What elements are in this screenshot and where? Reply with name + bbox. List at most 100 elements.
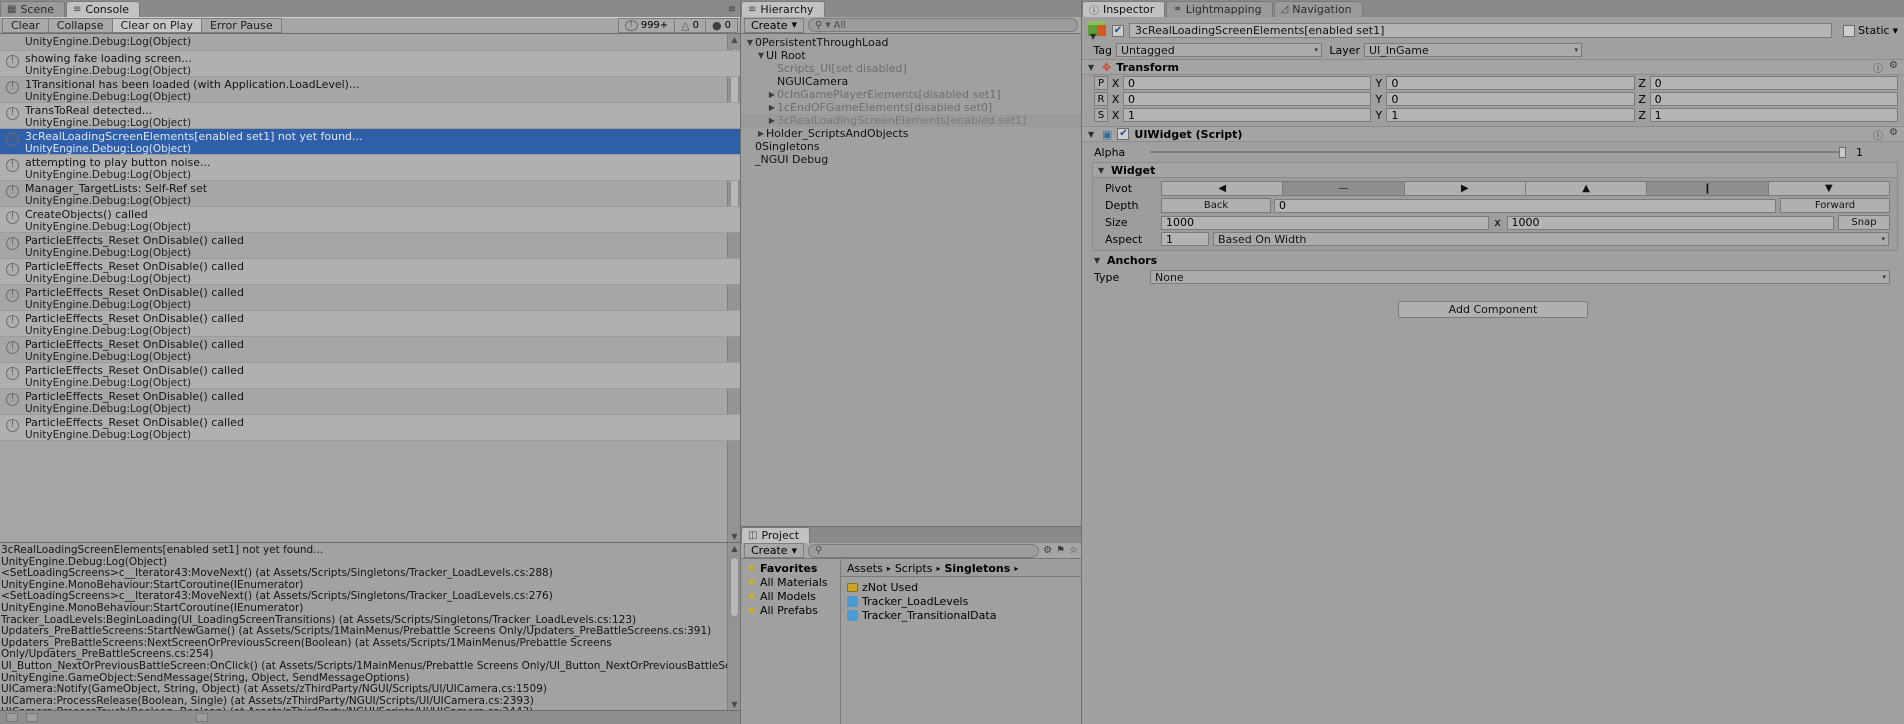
breadcrumb-assets[interactable]: Assets: [847, 562, 883, 575]
chevron-down-icon[interactable]: ▼: [1094, 256, 1103, 265]
static-checkbox[interactable]: [1843, 24, 1856, 37]
error-counter[interactable]: ● 0: [705, 18, 738, 33]
tab-project[interactable]: ◫ Project: [741, 527, 811, 543]
tab-navigation[interactable]: ◿ Navigation: [1273, 1, 1363, 17]
tab-hierarchy[interactable]: ≡ Hierarchy: [741, 1, 825, 17]
hierarchy-item[interactable]: ▶Scripts_UI[set disabled]: [741, 62, 1081, 75]
favorite-item[interactable]: ★ All Models: [741, 589, 840, 603]
snap-button[interactable]: Snap: [1838, 215, 1890, 230]
project-create-button[interactable]: Create ▼: [744, 543, 804, 558]
hierarchy-tree[interactable]: ▼0PersistentThroughLoad▼UI Root▶Scripts_…: [741, 34, 1081, 526]
aspect-value-field[interactable]: 1: [1161, 232, 1209, 246]
console-log-row[interactable]: ! ParticleEffects_Reset OnDisable() calle…: [0, 337, 740, 363]
favorite-item[interactable]: ★ All Materials: [741, 575, 840, 589]
pivot-button[interactable]: ▲: [1524, 181, 1648, 196]
pivot-button[interactable]: —: [1282, 181, 1405, 196]
tab-console[interactable]: ≡ Console: [66, 1, 141, 17]
tag-dropdown[interactable]: Untagged ▾: [1116, 43, 1322, 57]
transform-x-field[interactable]: 0: [1123, 76, 1372, 90]
error-pause-button[interactable]: Error Pause: [200, 18, 282, 33]
console-log-row[interactable]: ! ParticleEffects_Reset OnDisable() calle…: [0, 285, 740, 311]
widget-section-header[interactable]: ▼ Widget: [1093, 163, 1897, 178]
scroll-down-icon[interactable]: ▼: [729, 531, 740, 542]
chevron-down-icon[interactable]: ▼: [745, 38, 755, 47]
gameobject-name-field[interactable]: 3cRealLoadingScreenElements[enabled set1…: [1129, 23, 1833, 38]
gameobject-enabled-checkbox[interactable]: ✔: [1112, 24, 1124, 37]
create-button[interactable]: Create ▼: [744, 17, 804, 33]
hierarchy-item[interactable]: ▼ UI Root: [741, 49, 1081, 62]
star-icon[interactable]: ☆: [1069, 545, 1078, 556]
console-log-row[interactable]: ! Manager_TargetLists: Self-Ref set UnityE…: [0, 181, 740, 207]
transform-x-field[interactable]: 1: [1123, 108, 1372, 122]
transform-row-key[interactable]: R: [1094, 92, 1108, 106]
warning-counter[interactable]: △ 0: [674, 18, 707, 33]
hierarchy-item[interactable]: ▶_NGUI Debug: [741, 153, 1081, 166]
collapse-button[interactable]: Collapse: [47, 18, 113, 33]
breadcrumb-scripts[interactable]: Scripts: [895, 562, 933, 575]
pivot-button[interactable]: ◀: [1161, 181, 1284, 196]
tab-inspector[interactable]: ⓘ Inspector: [1082, 1, 1166, 17]
tag-icon[interactable]: ⚑: [1056, 545, 1065, 556]
console-log-row[interactable]: ! TransToReal detected... UnityEngine.Debu…: [0, 103, 740, 129]
uiwidget-enabled-checkbox[interactable]: ✔: [1117, 128, 1130, 140]
info-counter[interactable]: ! 999+: [617, 18, 676, 33]
clear-button[interactable]: Clear: [2, 18, 49, 33]
pivot-buttons[interactable]: ◀ — ▶ ▲ ❙ ▼: [1161, 181, 1890, 196]
hierarchy-item[interactable]: ▶ 1cEndOFGameElements[disabled set0]: [741, 101, 1081, 114]
hierarchy-item[interactable]: ▶0Singletons: [741, 140, 1081, 153]
size-height-field[interactable]: 1000: [1506, 215, 1834, 230]
depth-value-field[interactable]: 0: [1274, 198, 1776, 213]
size-width-field[interactable]: 1000: [1161, 215, 1489, 230]
layer-dropdown[interactable]: UI_InGame ▾: [1364, 43, 1582, 57]
console-log-row[interactable]: ! ParticleEffects_Reset OnDisable() calle…: [0, 415, 740, 441]
hierarchy-item[interactable]: ▶NGUICamera: [741, 75, 1081, 88]
project-item-script[interactable]: Tracker_LoadLevels: [841, 594, 1081, 608]
console-log-row[interactable]: ! ParticleEffects_Reset OnDisable() calle…: [0, 311, 740, 337]
alpha-value[interactable]: 1: [1856, 146, 1896, 159]
console-options-icon[interactable]: ≡: [728, 4, 736, 15]
scroll-down-icon[interactable]: ▼: [729, 699, 740, 710]
chevron-down-icon[interactable]: ▼: [1893, 27, 1898, 35]
alpha-slider[interactable]: [1150, 145, 1846, 159]
transform-z-field[interactable]: 1: [1649, 108, 1898, 122]
chevron-right-icon[interactable]: ▶: [756, 129, 766, 138]
console-log-row[interactable]: ! 3cRealLoadingScreenElements[enabled set…: [0, 129, 740, 155]
tab-scene[interactable]: ▦ Scene: [0, 1, 65, 17]
chevron-down-icon[interactable]: ▼: [1090, 32, 1096, 41]
stacktrace-scroll-thumb[interactable]: [730, 557, 739, 617]
depth-forward-button[interactable]: Forward: [1780, 198, 1890, 213]
project-item-script[interactable]: Tracker_TransitionalData: [841, 608, 1081, 622]
transform-z-field[interactable]: 0: [1649, 92, 1898, 106]
console-log-row[interactable]: ! showing fake loading screen... UnityEngi…: [0, 51, 740, 77]
pivot-button[interactable]: ▶: [1403, 181, 1526, 196]
transform-y-field[interactable]: 0: [1386, 92, 1635, 106]
transform-row-key[interactable]: S: [1094, 108, 1108, 122]
chevron-down-icon[interactable]: ▼: [1098, 166, 1107, 175]
chevron-down-icon[interactable]: ▼: [756, 51, 766, 60]
console-log-row[interactable]: ! ParticleEffects_Reset OnDisable() calle…: [0, 233, 740, 259]
pivot-button[interactable]: ❙: [1646, 181, 1769, 196]
favorite-item[interactable]: ★ All Prefabs: [741, 603, 840, 617]
console-log-list[interactable]: ▲ ▼ !UnityEngine.Debug:Log(Object)!showi…: [0, 34, 740, 542]
aspect-mode-dropdown[interactable]: Based On Width ▾: [1213, 232, 1889, 246]
add-component-button[interactable]: Add Component: [1398, 301, 1588, 318]
chevron-down-icon[interactable]: ▼: [1088, 63, 1097, 72]
hierarchy-item[interactable]: ▼ 0PersistentThroughLoad: [741, 36, 1081, 49]
transform-y-field[interactable]: 0: [1386, 76, 1635, 90]
anchors-section-header[interactable]: ▼ Anchors: [1084, 251, 1904, 269]
hierarchy-item[interactable]: ▶ 0cInGamePlayerElements[disabled set1]: [741, 88, 1081, 101]
hierarchy-search-input[interactable]: ⚲ ▼ All: [807, 18, 1078, 32]
chevron-down-icon[interactable]: ▼: [1088, 130, 1097, 139]
anchors-type-dropdown[interactable]: None ▾: [1150, 270, 1890, 284]
transform-z-field[interactable]: 0: [1649, 76, 1898, 90]
tab-lightmapping[interactable]: ⚭ Lightmapping: [1166, 1, 1273, 17]
chevron-right-icon[interactable]: ▶: [767, 90, 777, 99]
scroll-up-icon[interactable]: ▲: [729, 543, 740, 554]
project-item-folder[interactable]: zNot Used: [841, 580, 1081, 594]
breadcrumb-singletons[interactable]: Singletons: [944, 562, 1010, 575]
console-log-row[interactable]: ! ParticleEffects_Reset OnDisable() calle…: [0, 363, 740, 389]
gear-icon[interactable]: ⚙: [1889, 127, 1898, 142]
alpha-slider-knob[interactable]: [1839, 146, 1846, 158]
project-search-input[interactable]: ⚲: [807, 543, 1040, 558]
transform-component-header[interactable]: ▼ ✥ Transform ⓘ ⚙: [1082, 59, 1904, 75]
